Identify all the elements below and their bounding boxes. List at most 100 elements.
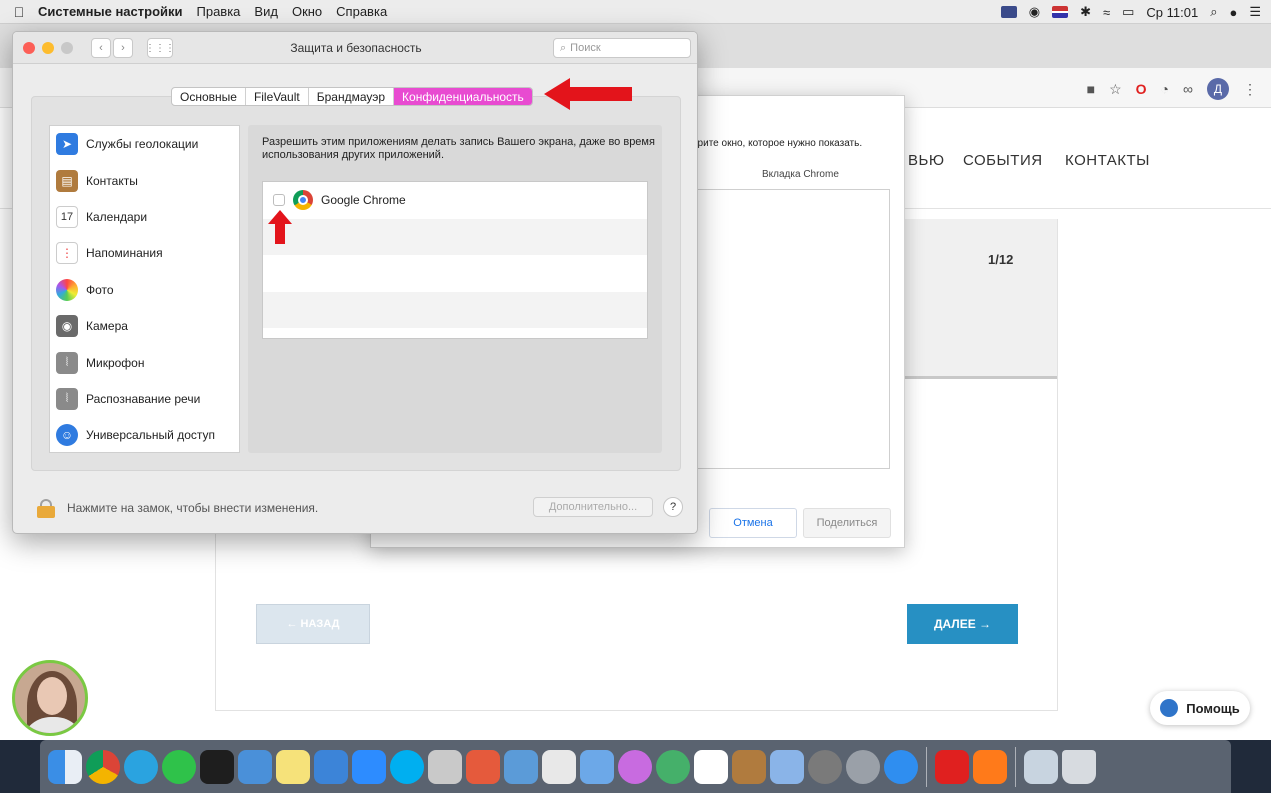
menu-help[interactable]: Справка bbox=[336, 4, 387, 19]
telegram-icon[interactable] bbox=[124, 749, 158, 784]
chrome-permission-checkbox[interactable] bbox=[273, 194, 285, 207]
sidebar-item-reminders[interactable]: ⋮ Напоминания bbox=[50, 235, 239, 271]
nav-item-contacts[interactable]: КОНТАКТЫ bbox=[1065, 152, 1150, 169]
reminders-icon: ⋮ bbox=[56, 242, 78, 265]
sidebar-item-label: Фото bbox=[86, 282, 114, 297]
sidebar-item-accessibility[interactable]: ☺ Универсальный доступ bbox=[50, 417, 239, 453]
battery-icon[interactable]: ▭ bbox=[1122, 4, 1134, 20]
list-item-empty bbox=[263, 218, 647, 255]
nav-item-events[interactable]: СОБЫТИЯ bbox=[963, 152, 1043, 169]
camera-extension-icon[interactable]: ■ bbox=[1087, 81, 1095, 97]
whatsapp-icon[interactable] bbox=[162, 749, 196, 784]
siri-icon[interactable]: ● bbox=[1229, 5, 1237, 20]
sidebar-item-label: Службы геолокации bbox=[86, 137, 199, 152]
sidebar-item-label: Контакты bbox=[86, 173, 138, 188]
list-item[interactable]: Google Chrome bbox=[263, 182, 647, 219]
sidebar-item-speech[interactable]: ⦚ Распознавание речи bbox=[50, 381, 239, 417]
launchpad-icon[interactable] bbox=[846, 749, 880, 784]
skype-icon[interactable] bbox=[390, 749, 424, 784]
lock-icon[interactable] bbox=[37, 499, 55, 518]
help-question-button[interactable]: ? bbox=[663, 497, 683, 517]
bluetooth-icon[interactable]: ✱ bbox=[1080, 4, 1091, 20]
sidebar-item-photos[interactable]: Фото bbox=[50, 272, 239, 308]
share-tab-label[interactable]: Вкладка Chrome bbox=[762, 169, 839, 180]
input-flag-icon[interactable] bbox=[1052, 6, 1069, 18]
spotlight-icon[interactable]: ⌕ bbox=[1210, 4, 1217, 20]
avast-icon[interactable] bbox=[973, 749, 1007, 784]
sidebar-item-calendars[interactable]: 17 Календари bbox=[50, 199, 239, 235]
menu-view[interactable]: Вид bbox=[254, 4, 278, 19]
menu-dots-icon[interactable]: ⋮ bbox=[1243, 81, 1257, 98]
preview-icon[interactable] bbox=[580, 749, 614, 784]
notes-icon[interactable] bbox=[276, 749, 310, 784]
creative-cloud-icon[interactable]: ◉ bbox=[1029, 4, 1040, 20]
share-confirm-button[interactable]: Поделиться bbox=[803, 508, 891, 538]
tab-privacy[interactable]: Конфиденциальность bbox=[394, 88, 532, 105]
apple-icon[interactable]:  bbox=[0, 4, 38, 20]
webcam-bubble[interactable] bbox=[12, 660, 88, 736]
status-app-icon[interactable] bbox=[1000, 6, 1017, 18]
chrome-icon bbox=[293, 190, 313, 211]
calendar-icon: 17 bbox=[56, 205, 78, 228]
chrome-dock-icon[interactable] bbox=[86, 749, 120, 784]
calculator-icon[interactable] bbox=[428, 749, 462, 784]
sidebar-item-contacts[interactable]: ▤ Контакты bbox=[50, 162, 239, 198]
menu-edit[interactable]: Правка bbox=[197, 4, 241, 19]
sidebar-item-label: Распознавание речи bbox=[86, 391, 201, 406]
next-button[interactable]: ДАЛЕЕ → bbox=[907, 604, 1018, 644]
extension-icon[interactable]: ◔ bbox=[1161, 81, 1169, 97]
creative-cloud-dock-icon[interactable] bbox=[935, 749, 969, 784]
tab-firewall[interactable]: Брандмауэр bbox=[309, 88, 395, 105]
menu-window[interactable]: Окно bbox=[292, 4, 322, 19]
sidebar-item-label: Универсальный доступ bbox=[86, 428, 216, 443]
trash-icon[interactable] bbox=[1062, 749, 1096, 784]
lock-row: Нажмите на замок, чтобы внести изменения… bbox=[37, 499, 318, 518]
contacts-dock-icon[interactable] bbox=[732, 749, 766, 784]
profile-avatar[interactable]: Д bbox=[1207, 78, 1229, 100]
advanced-button[interactable]: Дополнительно... bbox=[533, 497, 653, 517]
zoom-icon[interactable] bbox=[352, 749, 386, 784]
back-button[interactable]: ← НАЗАД bbox=[256, 604, 370, 644]
location-icon: ➤ bbox=[56, 133, 78, 156]
app-list: Google Chrome bbox=[262, 181, 648, 339]
image-capture-icon[interactable] bbox=[770, 749, 804, 784]
sidebar-item-label: Микрофон bbox=[86, 355, 145, 370]
title-bar: ‹ › ⋮⋮⋮ Защита и безопасность ⌕ Поиск bbox=[13, 32, 697, 64]
downloads-folder-icon[interactable] bbox=[1024, 749, 1058, 784]
contacts-icon: ▤ bbox=[56, 169, 78, 192]
sidebar-item-label: Календари bbox=[86, 209, 148, 224]
permission-description: Разрешить этим приложениям делать запись… bbox=[262, 136, 655, 161]
menu-app-name[interactable]: Системные настройки bbox=[38, 4, 183, 19]
tab-general[interactable]: Основные bbox=[172, 88, 246, 105]
clock[interactable]: Ср 11:01 bbox=[1146, 5, 1198, 20]
notification-center-icon[interactable]: ☰ bbox=[1249, 4, 1261, 20]
sidebar-item-location[interactable]: ➤ Службы геолокации bbox=[50, 126, 239, 162]
font-book-icon[interactable] bbox=[542, 749, 576, 784]
extension-icon-2[interactable]: ∞ bbox=[1183, 81, 1193, 97]
figma-icon[interactable] bbox=[200, 749, 234, 784]
network-icon[interactable] bbox=[238, 749, 272, 784]
app-store-icon[interactable] bbox=[884, 749, 918, 784]
bookmark-star-icon[interactable]: ☆ bbox=[1109, 81, 1122, 98]
privacy-sidebar: ➤ Службы геолокации ▤ Контакты 17 Календ… bbox=[49, 125, 240, 453]
tab-bar: Основные FileVault Брандмауэр Конфиденци… bbox=[171, 87, 533, 106]
calendar-dock-icon[interactable] bbox=[694, 749, 728, 784]
opera-icon[interactable]: O bbox=[1136, 81, 1147, 97]
system-preferences-icon[interactable] bbox=[808, 749, 842, 784]
search-field[interactable]: ⌕ Поиск bbox=[553, 38, 691, 58]
help-button-label: Помощь bbox=[1186, 700, 1240, 716]
tab-filevault[interactable]: FileVault bbox=[246, 88, 309, 105]
safari-blocked-icon[interactable] bbox=[656, 749, 690, 784]
itunes-icon[interactable] bbox=[618, 749, 652, 784]
help-button[interactable]: Помощь bbox=[1150, 691, 1250, 725]
nav-item-reviews[interactable]: ВЬЮ bbox=[908, 152, 945, 169]
finder-icon[interactable] bbox=[48, 749, 82, 784]
network-utility-icon[interactable] bbox=[504, 749, 538, 784]
share-cancel-button[interactable]: Отмена bbox=[709, 508, 797, 538]
blocked-app-icon[interactable] bbox=[466, 749, 500, 784]
textedit-icon[interactable] bbox=[314, 749, 348, 784]
share-preview-area[interactable] bbox=[692, 189, 890, 469]
wifi-icon[interactable]: ≈ bbox=[1103, 5, 1110, 20]
sidebar-item-microphone[interactable]: ⦚ Микрофон bbox=[50, 344, 239, 380]
sidebar-item-camera[interactable]: ◉ Камера bbox=[50, 308, 239, 344]
